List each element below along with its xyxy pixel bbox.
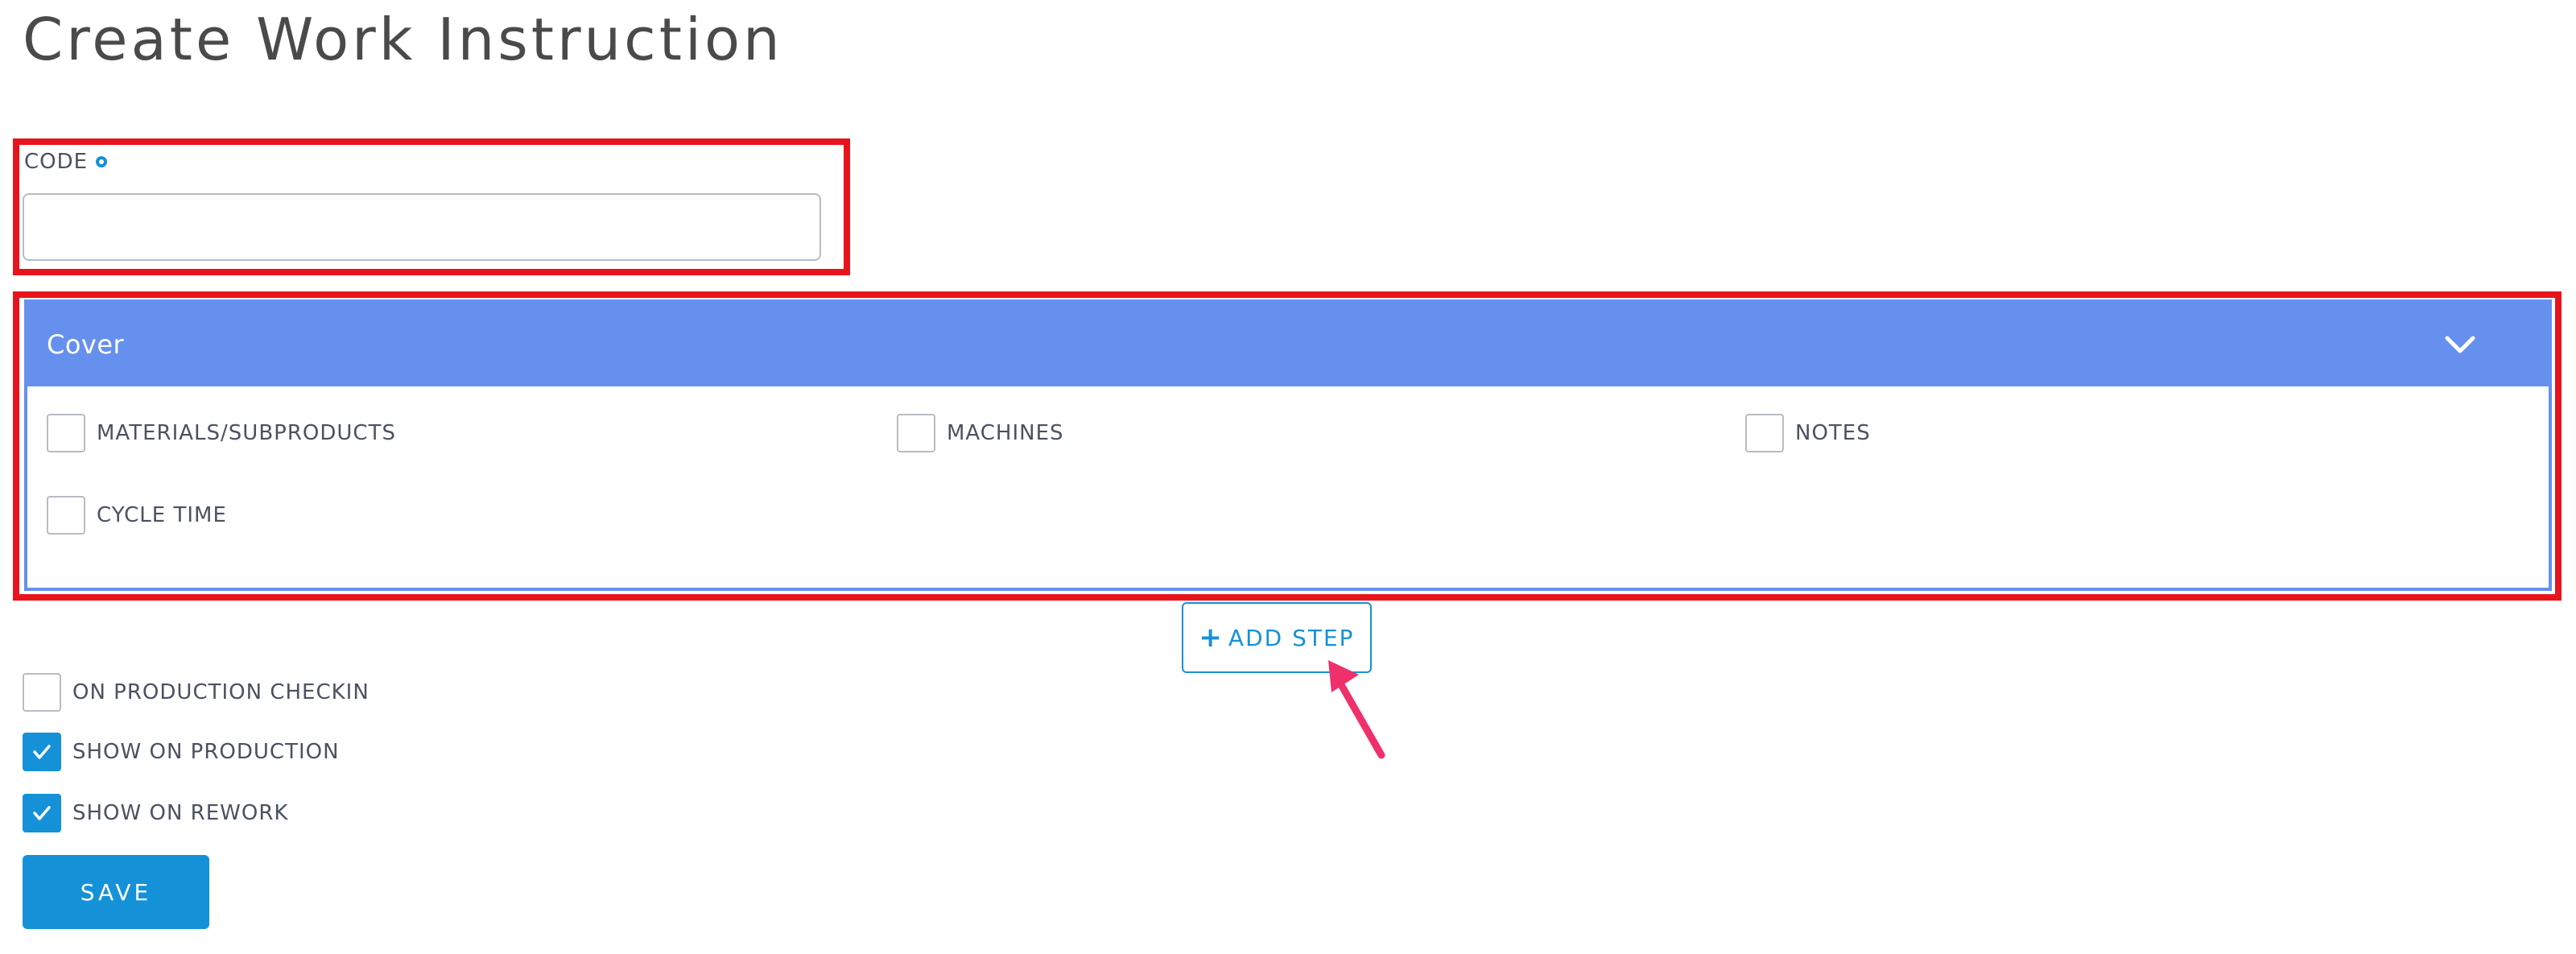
add-step-label: ADD STEP xyxy=(1228,624,1355,651)
code-highlight-box xyxy=(13,138,850,275)
plus-icon: + xyxy=(1199,622,1224,654)
show-on-production-option[interactable]: SHOW ON PRODUCTION xyxy=(23,733,340,771)
save-button[interactable]: SAVE xyxy=(23,855,209,929)
arrow-pointer-icon xyxy=(1328,660,1385,759)
on-production-checkin-option[interactable]: ON PRODUCTION CHECKIN xyxy=(23,673,369,712)
show-on-rework-option[interactable]: SHOW ON REWORK xyxy=(23,794,288,832)
on-production-checkin-checkbox[interactable] xyxy=(23,673,61,712)
page-title: Create Work Instruction xyxy=(23,6,783,73)
on-production-checkin-label: ON PRODUCTION CHECKIN xyxy=(72,680,369,704)
show-on-rework-checkbox[interactable] xyxy=(23,794,61,832)
checkmark-icon xyxy=(33,745,51,759)
create-work-instruction-page: Create Work Instruction CODE Cover MATER… xyxy=(0,0,2576,954)
cover-highlight-box xyxy=(13,291,2562,601)
checkmark-icon xyxy=(33,806,51,820)
show-on-rework-label: SHOW ON REWORK xyxy=(72,801,289,825)
show-on-production-checkbox[interactable] xyxy=(23,733,61,771)
show-on-production-label: SHOW ON PRODUCTION xyxy=(72,740,340,764)
